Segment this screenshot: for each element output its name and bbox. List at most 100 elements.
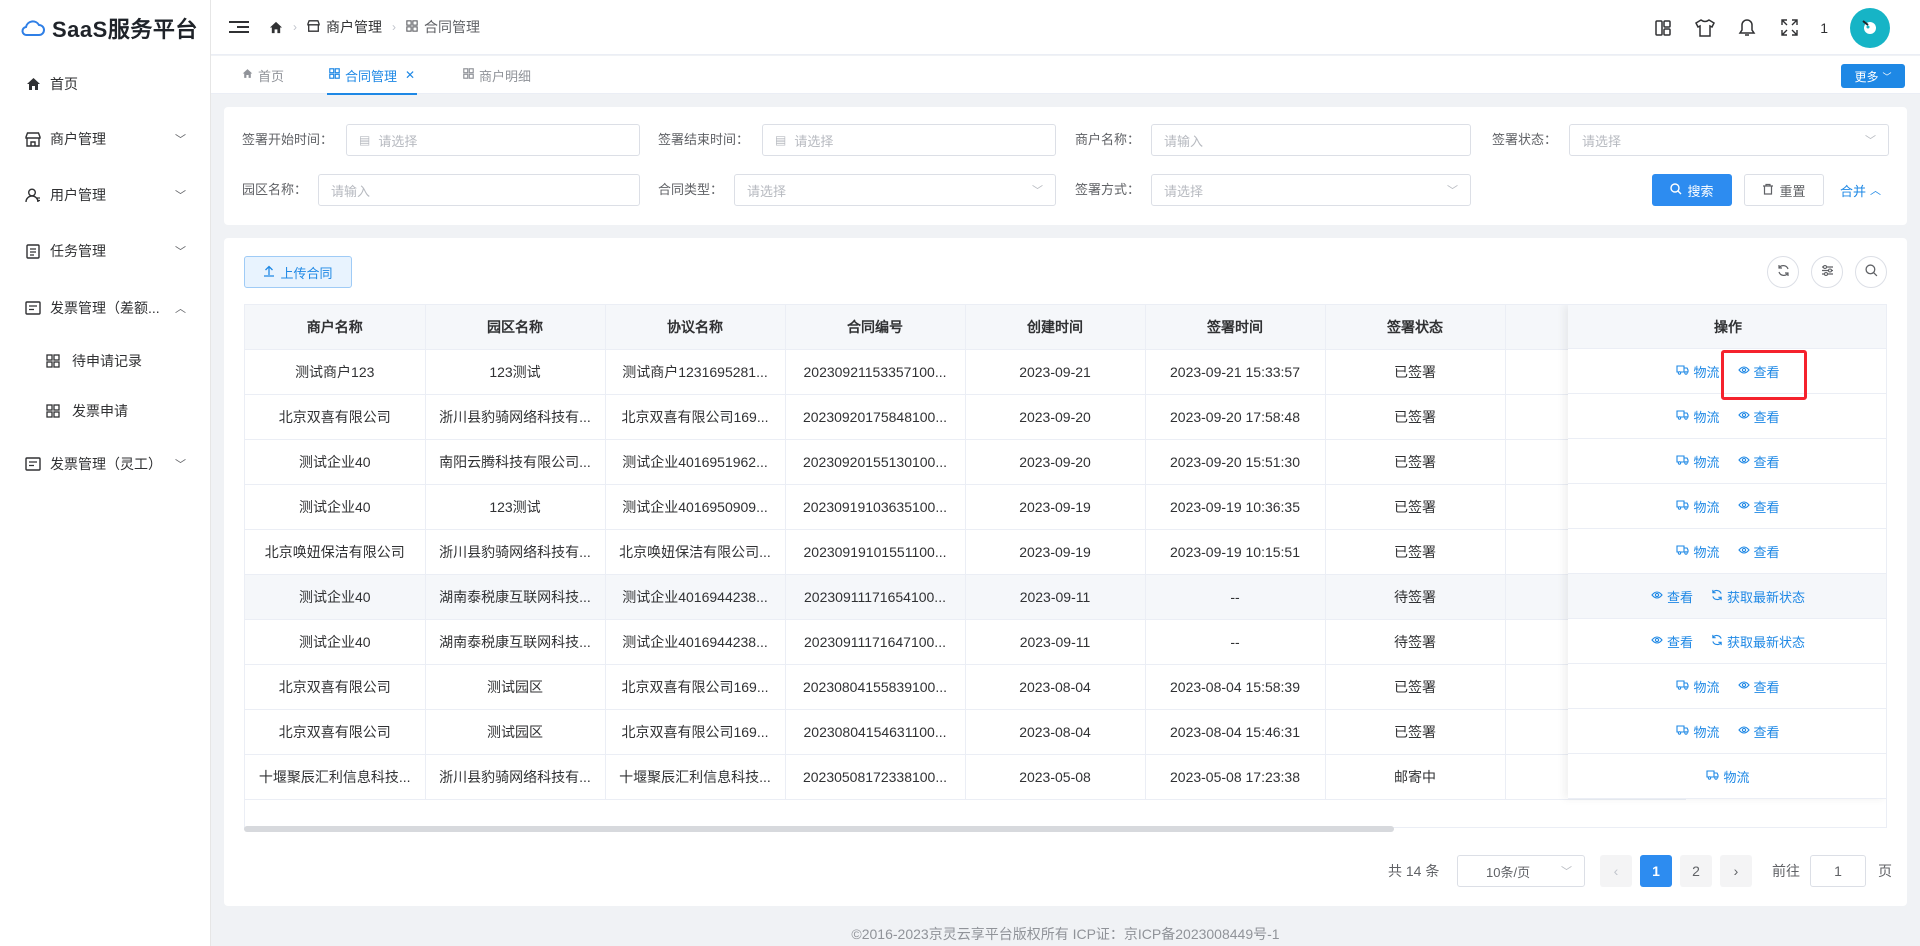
sidebar-item-invoice-apply[interactable]: 发票申请 xyxy=(0,391,210,431)
breadcrumb-merchant[interactable]: 商户管理 xyxy=(307,17,382,37)
view-button[interactable]: 查看 xyxy=(1737,722,1780,741)
refresh-icon xyxy=(1777,264,1790,280)
table-cell: 2023-09-19 xyxy=(965,529,1146,575)
sign-end-label: 签署结束时间： xyxy=(658,132,750,147)
table-cell: 2023-09-20 xyxy=(965,439,1146,485)
goto-page-input[interactable]: 1 xyxy=(1810,855,1866,887)
column-header: 签署时间 xyxy=(1145,305,1326,350)
reset-button[interactable]: 重置 xyxy=(1744,174,1824,206)
logistics-button[interactable]: 物流 xyxy=(1676,362,1720,381)
op-label: 物流 xyxy=(1693,364,1720,380)
filter-panel: 签署开始时间： ▤ 请选择 签署结束时间： ▤ 请选择 商户名称： 请输入 签署… xyxy=(224,107,1907,225)
logistics-button[interactable]: 物流 xyxy=(1676,722,1720,741)
prev-page-button[interactable]: ‹ xyxy=(1600,855,1632,887)
grid-icon xyxy=(44,402,62,420)
page-2-button[interactable]: 2 xyxy=(1680,855,1712,887)
bell-icon[interactable] xyxy=(1736,17,1758,39)
refresh-status-button[interactable]: 获取最新状态 xyxy=(1711,632,1805,651)
page-1-button[interactable]: 1 xyxy=(1640,855,1672,887)
sidebar-item-merchant[interactable]: 商户管理 ﹀ xyxy=(0,119,210,159)
refresh-status-button[interactable]: 获取最新状态 xyxy=(1711,587,1805,606)
contract-table-panel: 上传合同 商户名称园区名称协议名称合同编号创建时间签署时间签署状态合 测试商户1… xyxy=(224,238,1907,906)
table-cell: -- xyxy=(1145,574,1326,620)
placeholder: 请选择 xyxy=(378,133,418,149)
fullscreen-icon[interactable] xyxy=(1778,17,1800,39)
breadcrumb-home[interactable] xyxy=(269,21,283,34)
op-label: 查看 xyxy=(1753,679,1780,695)
column-settings-button[interactable] xyxy=(1811,256,1843,288)
logistics-button[interactable]: 物流 xyxy=(1676,542,1720,561)
table-row: 北京双喜有限公司 测试园区 北京双喜有限公司169... 20230804154631… xyxy=(245,709,1686,755)
table-cell: 测试企业4016951962... xyxy=(605,439,786,485)
view-button[interactable]: 查看 xyxy=(1737,542,1780,561)
tab-merchant-detail[interactable]: 商户明细 xyxy=(463,56,531,94)
merchant-name-input[interactable]: 请输入 xyxy=(1151,124,1471,156)
sidebar-item-user[interactable]: 用户管理 ﹀ xyxy=(0,175,210,215)
highlight-annotation xyxy=(1721,350,1807,400)
table-cell: 测试商户1231695281... xyxy=(605,349,786,395)
table-cell: 十堰聚辰汇利信息科技... xyxy=(605,754,786,800)
next-page-button[interactable]: › xyxy=(1720,855,1752,887)
page-size-select[interactable]: 10条/页 ﹀ xyxy=(1457,855,1585,887)
sign-method-select[interactable]: 请选择 ﹀ xyxy=(1151,174,1471,206)
sidebar-item-invoice-flex[interactable]: 发票管理（灵工） ﹀ xyxy=(0,444,210,484)
trash-icon xyxy=(1762,183,1774,198)
avatar[interactable] xyxy=(1850,7,1890,48)
search-button[interactable]: 搜索 xyxy=(1652,174,1732,206)
placeholder: 请选择 xyxy=(747,183,787,199)
park-name-input[interactable]: 请输入 xyxy=(318,174,640,206)
contract-type-select[interactable]: 请选择 ﹀ xyxy=(734,174,1056,206)
sidebar-item-home[interactable]: 首页 xyxy=(0,64,210,104)
upload-label: 上传合同 xyxy=(280,265,333,281)
more-tabs-button[interactable]: 更多 ﹀ xyxy=(1841,64,1905,88)
table-cell: 测试园区 xyxy=(425,664,606,710)
notification-count: 1 xyxy=(1820,19,1828,36)
tab-contract-management[interactable]: 合同管理 ✕ xyxy=(326,56,418,95)
table-cell: 20230920155130100... xyxy=(785,439,966,485)
sidebar-item-invoice-diff[interactable]: 发票管理（差额... ︿ xyxy=(0,288,210,328)
shirt-theme-icon[interactable] xyxy=(1694,17,1716,39)
layout-icon[interactable] xyxy=(1652,17,1674,39)
toggle-search-button[interactable] xyxy=(1855,256,1887,288)
table-cell: 北京双喜有限公司169... xyxy=(605,394,786,440)
sidebar-item-label: 发票管理（差额... xyxy=(50,300,160,316)
sign-start-picker[interactable]: ▤ 请选择 xyxy=(346,124,640,156)
logistics-button[interactable]: 物流 xyxy=(1676,452,1720,471)
op-label: 物流 xyxy=(1693,544,1720,560)
truck-icon xyxy=(1676,364,1690,378)
logistics-button[interactable]: 物流 xyxy=(1676,497,1720,516)
table-cell: 已签署 xyxy=(1325,394,1506,440)
sidebar-item-pending-records[interactable]: 待申请记录 xyxy=(0,341,210,381)
grid-icon xyxy=(44,352,62,370)
eye-icon xyxy=(1737,544,1750,558)
column-header: 园区名称 xyxy=(425,305,606,350)
sign-status-select[interactable]: 请选择 ﹀ xyxy=(1569,124,1889,156)
table-cell: 北京双喜有限公司 xyxy=(245,394,426,440)
logistics-button[interactable]: 物流 xyxy=(1676,407,1720,426)
sign-end-picker[interactable]: ▤ 请选择 xyxy=(762,124,1056,156)
table-cell: 20230508172338100... xyxy=(785,754,966,800)
upload-contract-button[interactable]: 上传合同 xyxy=(244,256,352,288)
view-button[interactable]: 查看 xyxy=(1737,677,1780,696)
view-button[interactable]: 查看 xyxy=(1651,587,1693,606)
table-cell: 2023-08-04 xyxy=(965,664,1146,710)
view-button[interactable]: 查看 xyxy=(1737,452,1780,471)
table-cell: 2023-09-11 xyxy=(965,619,1146,665)
horizontal-scrollbar[interactable] xyxy=(244,826,1394,832)
table-cell: 测试企业4016944238... xyxy=(605,574,786,620)
refresh-button[interactable] xyxy=(1767,256,1799,288)
sidebar-item-task[interactable]: 任务管理 ﹀ xyxy=(0,231,210,271)
op-label: 物流 xyxy=(1693,679,1720,695)
view-button[interactable]: 查看 xyxy=(1737,497,1780,516)
view-button[interactable]: 查看 xyxy=(1651,632,1693,651)
table-cell: 湖南泰税康互联网科技... xyxy=(425,574,606,620)
close-icon[interactable]: ✕ xyxy=(405,68,415,82)
collapse-filter-button[interactable]: 合并 ︿ xyxy=(1840,174,1881,206)
logistics-button[interactable]: 物流 xyxy=(1676,677,1720,696)
view-button[interactable]: 查看 xyxy=(1737,407,1780,426)
logistics-button[interactable]: 物流 xyxy=(1706,767,1750,786)
tab-home[interactable]: 首页 xyxy=(242,56,284,94)
op-label: 查看 xyxy=(1666,589,1693,605)
menu-toggle-icon[interactable] xyxy=(229,21,249,33)
op-label: 查看 xyxy=(1753,454,1780,470)
